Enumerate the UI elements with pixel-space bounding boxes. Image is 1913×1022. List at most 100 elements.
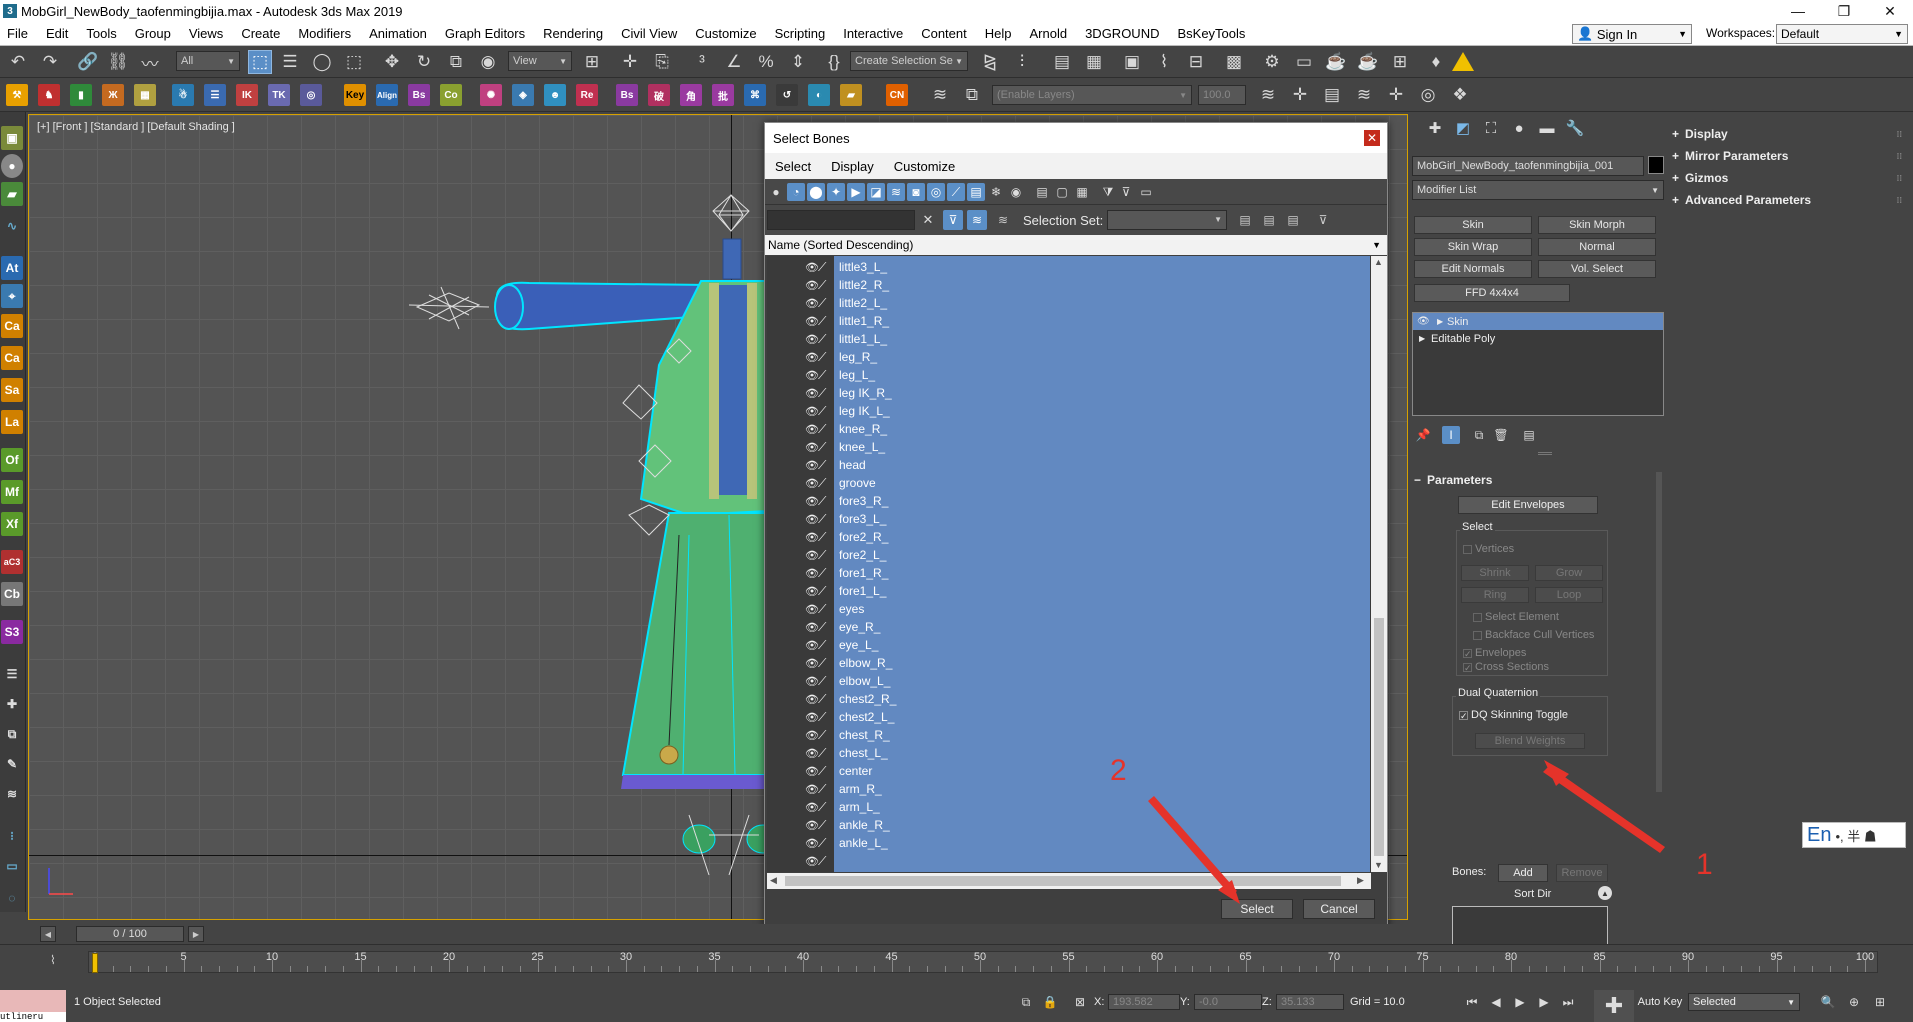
hscroll-thumb[interactable] (785, 876, 1341, 886)
hierarchy-icon[interactable]: ⧩ (1099, 183, 1117, 201)
maximize-icon[interactable]: ❐ (1821, 0, 1867, 22)
maxscript-mini-text[interactable]: utlineru (0, 1012, 66, 1022)
scale-icon[interactable]: ⧉ (444, 50, 468, 74)
layer-manager-icon[interactable]: ≋ (928, 83, 952, 107)
eye-icon[interactable]: 👁 (805, 333, 819, 346)
eye-icon[interactable]: 👁 (805, 423, 819, 436)
eye-icon[interactable]: 👁 (805, 297, 819, 310)
dialog-menu-select[interactable]: Select (765, 159, 821, 174)
menu-tools[interactable]: Tools (79, 26, 127, 41)
make-unique-icon[interactable]: ⧉ (1470, 426, 1488, 444)
modifier-skin-morph-button[interactable]: Skin Morph (1538, 216, 1656, 234)
layer-explorer-icon[interactable]: ▦ (1082, 50, 1106, 74)
menu-views[interactable]: Views (182, 26, 234, 41)
select-none-icon[interactable]: ▢ (1053, 183, 1071, 201)
layer-filter-icon[interactable]: ≋ (967, 210, 987, 230)
sign-in-dropdown[interactable]: 👤 Sign In ▼ (1572, 24, 1692, 44)
zoom-extents-icon[interactable]: ⊞ (1872, 994, 1888, 1010)
layer-move-icon[interactable]: ✛ (1288, 83, 1312, 107)
move-icon[interactable]: ✥ (380, 50, 404, 74)
render-setup-icon[interactable]: ⚙ (1260, 50, 1284, 74)
filter-icon[interactable]: ⊽ (1117, 183, 1135, 201)
jiao-tool-button[interactable]: 角 (680, 84, 702, 106)
co-tool-button[interactable]: Co (440, 84, 462, 106)
go-to-start-icon[interactable]: ⏮ (1464, 994, 1480, 1010)
find-filter-icon[interactable]: ⊽ (943, 210, 963, 230)
pin-stack-icon[interactable]: 📌 (1414, 426, 1432, 444)
bone-row[interactable]: 👁 ⟋ elbow_R_ (767, 654, 1371, 672)
po-tool-button[interactable]: 破 (648, 84, 670, 106)
bone-row[interactable]: 👁 ⟋ fore3_R_ (767, 492, 1371, 510)
set-remove-icon[interactable]: ▤ (1259, 210, 1279, 230)
play-icon[interactable]: ▶ (1512, 994, 1528, 1010)
align-tool-button[interactable]: Align (376, 84, 398, 106)
eye-icon[interactable]: 👁 (805, 477, 819, 490)
curve-icon[interactable]: ∿ (1, 214, 23, 238)
align-icon[interactable]: ⫶ (1010, 50, 1034, 74)
bones-icon[interactable]: Ж (102, 84, 124, 106)
auto-key-button[interactable]: Auto Key (1636, 993, 1684, 1011)
previous-frame-icon[interactable]: ◀ (1488, 994, 1504, 1010)
layer-dropdown[interactable]: (Enable Layers) ▼ (992, 85, 1192, 105)
key-filter-dropdown[interactable]: Selected ▼ (1688, 993, 1800, 1011)
hidden-filter-icon[interactable]: ◉ (1007, 183, 1025, 201)
dialog-menu-customize[interactable]: Customize (884, 159, 965, 174)
loop-button[interactable]: Loop (1535, 587, 1603, 603)
shape-filter-icon[interactable]: ⬤ (807, 183, 825, 201)
motion-tab-icon[interactable]: ● (1506, 116, 1532, 140)
angle-snap-icon[interactable]: ∠ (722, 50, 746, 74)
key-marker[interactable] (92, 953, 98, 973)
layer-settings-icon[interactable]: ❖ (1448, 83, 1472, 107)
add-bones-button[interactable]: Add (1498, 864, 1548, 882)
name-filter-input[interactable] (767, 210, 915, 230)
bone-row[interactable]: 👁 ⟋ chest2_L_ (767, 708, 1371, 726)
dialog-menu-display[interactable]: Display (821, 159, 884, 174)
layer-percent-field[interactable]: 100.0 (1198, 85, 1246, 105)
tk-tool-icon[interactable]: TK (268, 84, 290, 106)
edit-icon[interactable]: ✎ (1, 752, 23, 776)
bone-list-horizontal-scrollbar[interactable]: ◀ ▶ (767, 873, 1371, 889)
object-color-swatch[interactable] (1648, 156, 1664, 174)
bone-row[interactable]: 👁 ⟋ leg_L_ (767, 366, 1371, 384)
edit-envelopes-button[interactable]: Edit Envelopes (1458, 496, 1598, 514)
panel-divider-handle[interactable] (1538, 452, 1552, 455)
eye-icon[interactable]: 👁 (1417, 316, 1430, 327)
ring-button[interactable]: Ring (1461, 587, 1529, 603)
circle-dots-icon[interactable]: ◌ (1, 886, 23, 910)
scene-explorer-icon[interactable]: ▤ (1050, 50, 1074, 74)
stack-icon[interactable]: ☰ (1, 662, 23, 686)
folder-tool-icon[interactable]: ▰ (840, 84, 862, 106)
eye-icon[interactable]: 👁 (805, 459, 819, 472)
redo-icon[interactable]: ↷ (38, 50, 62, 74)
cube-icon[interactable]: ▰ (1, 182, 23, 206)
xf-tool-button[interactable]: Xf (1, 512, 23, 536)
eye-icon[interactable]: 👁 (805, 531, 819, 544)
edit-named-selection-icon[interactable]: {} (822, 50, 846, 74)
rollout-gizmos[interactable]: + Gizmos ⁞⁞ (1672, 170, 1908, 186)
eye-icon[interactable]: 👁 (805, 639, 819, 652)
next-frame-icon[interactable]: ▶ (1536, 994, 1552, 1010)
bone-row[interactable]: 👁 ⟋ little1_L_ (767, 330, 1371, 348)
named-selection-dropdown[interactable]: Create Selection Se ▼ (850, 51, 968, 71)
bone-row[interactable]: 👁 ⟋ eyes (767, 600, 1371, 618)
mf-tool-button[interactable]: Mf (1, 480, 23, 504)
menu-customize[interactable]: Customize (688, 26, 767, 41)
eye-icon[interactable]: 👁 (805, 369, 819, 382)
select-all-icon[interactable]: ▤ (1033, 183, 1051, 201)
blend-weights-button[interactable]: Blend Weights (1475, 733, 1585, 749)
bone-row[interactable]: 👁 ⟋ fore1_L_ (767, 582, 1371, 600)
bone-row[interactable]: 👁 ⟋ chest_R_ (767, 726, 1371, 744)
unlink-icon[interactable]: ⛓ (106, 50, 130, 74)
scroll-left-icon[interactable]: ◀ (770, 875, 777, 886)
bone-list-vertical-scrollbar[interactable]: ▲ ▼ (1371, 256, 1387, 872)
layer-paste-icon[interactable]: ◎ (1416, 83, 1440, 107)
ik-tool-icon[interactable]: IK (236, 84, 258, 106)
pivot-center-icon[interactable]: ⊞ (580, 50, 604, 74)
set-key-icon[interactable]: ✚ (1594, 990, 1634, 1022)
eye-icon[interactable]: 👁 (805, 279, 819, 292)
cb-tool-button[interactable]: Cb (1, 582, 23, 606)
mirror-icon[interactable]: ⧎ (978, 50, 1002, 74)
camera-tool-icon[interactable]: ◐ (808, 84, 830, 106)
selection-set-dropdown[interactable]: ▼ (1107, 210, 1227, 230)
folder-icon[interactable]: ▭ (1137, 183, 1155, 201)
